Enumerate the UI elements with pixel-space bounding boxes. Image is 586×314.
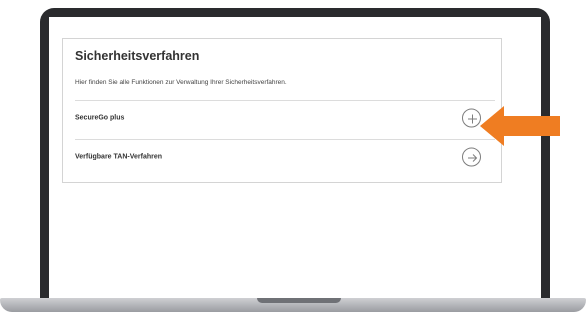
navigate-button[interactable] (462, 147, 481, 167)
row-label: Verfügbare TAN-Verfahren (75, 153, 163, 161)
card-description: Hier finden Sie alle Funktionen zur Verw… (75, 79, 287, 86)
row-available-tan-methods[interactable]: Verfügbare TAN-Verfahren (75, 139, 495, 174)
arrow-right-icon (468, 154, 478, 162)
row-label: SecureGo plus (75, 114, 125, 122)
card-title: Sicherheitsverfahren (75, 49, 200, 63)
highlight-arrow-icon (480, 106, 560, 146)
laptop-hinge-notch (257, 298, 341, 303)
row-securego-plus[interactable]: SecureGo plus (75, 100, 495, 135)
add-button[interactable] (462, 108, 481, 128)
laptop-screen: Sicherheitsverfahren Hier finden Sie all… (49, 17, 541, 300)
security-methods-card: Sicherheitsverfahren Hier finden Sie all… (62, 38, 502, 183)
